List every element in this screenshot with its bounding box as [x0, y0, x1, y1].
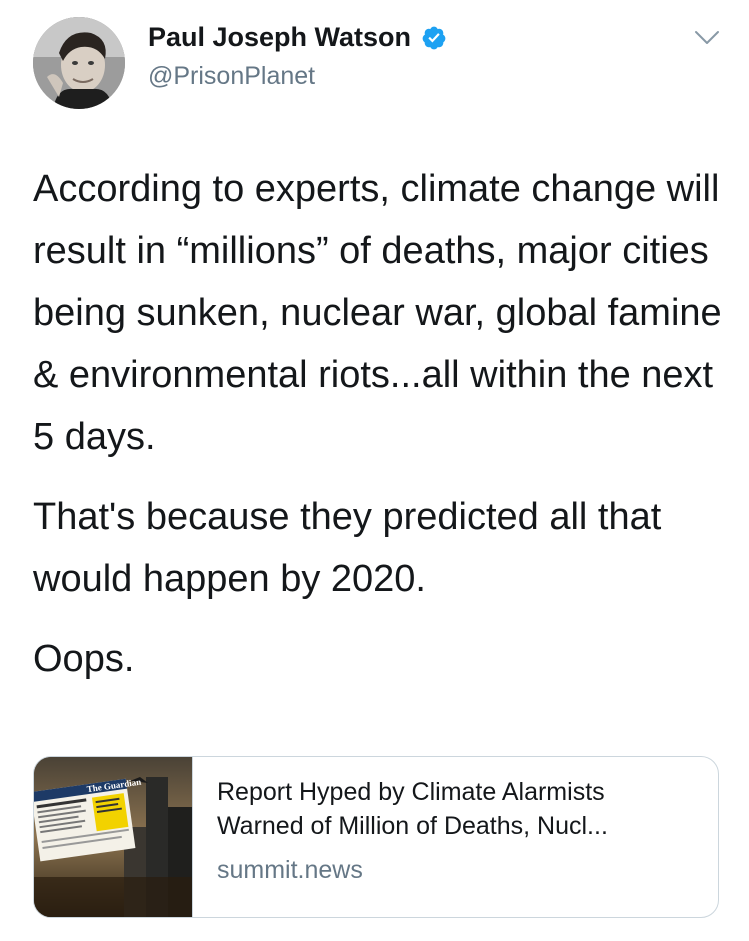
- link-preview-title: Report Hyped by Climate Alarmists Warned…: [217, 775, 608, 843]
- tweet-paragraph: That's because they predicted all that w…: [33, 496, 662, 600]
- avatar-photo: [33, 17, 125, 109]
- link-preview-title-line: Report Hyped by Climate Alarmists: [217, 778, 605, 806]
- tweet-paragraph: According to experts, climate change wil…: [33, 168, 722, 458]
- author-handle[interactable]: @PrisonPlanet: [148, 62, 315, 91]
- chevron-down-icon[interactable]: [694, 30, 720, 46]
- link-preview-card[interactable]: The Guardian Report Hyped by Climate Ala…: [33, 756, 719, 918]
- tweet-paragraph: Oops.: [33, 638, 135, 680]
- link-preview-image: The Guardian: [34, 757, 192, 917]
- tweet-text: According to experts, climate change wil…: [33, 158, 733, 708]
- link-preview-title-line: Warned of Million of Deaths, Nucl...: [217, 812, 608, 840]
- tweet: Paul Joseph Watson @PrisonPlanet Accordi…: [0, 0, 749, 941]
- link-preview-text: Report Hyped by Climate Alarmists Warned…: [193, 757, 608, 917]
- author-display-name[interactable]: Paul Joseph Watson: [148, 22, 411, 53]
- avatar[interactable]: [33, 17, 125, 109]
- verified-badge-icon: [422, 26, 446, 49]
- link-preview-domain: summit.news: [217, 856, 363, 884]
- author-name-row[interactable]: Paul Joseph Watson: [148, 22, 447, 53]
- link-preview-thumbnail: The Guardian: [34, 757, 193, 917]
